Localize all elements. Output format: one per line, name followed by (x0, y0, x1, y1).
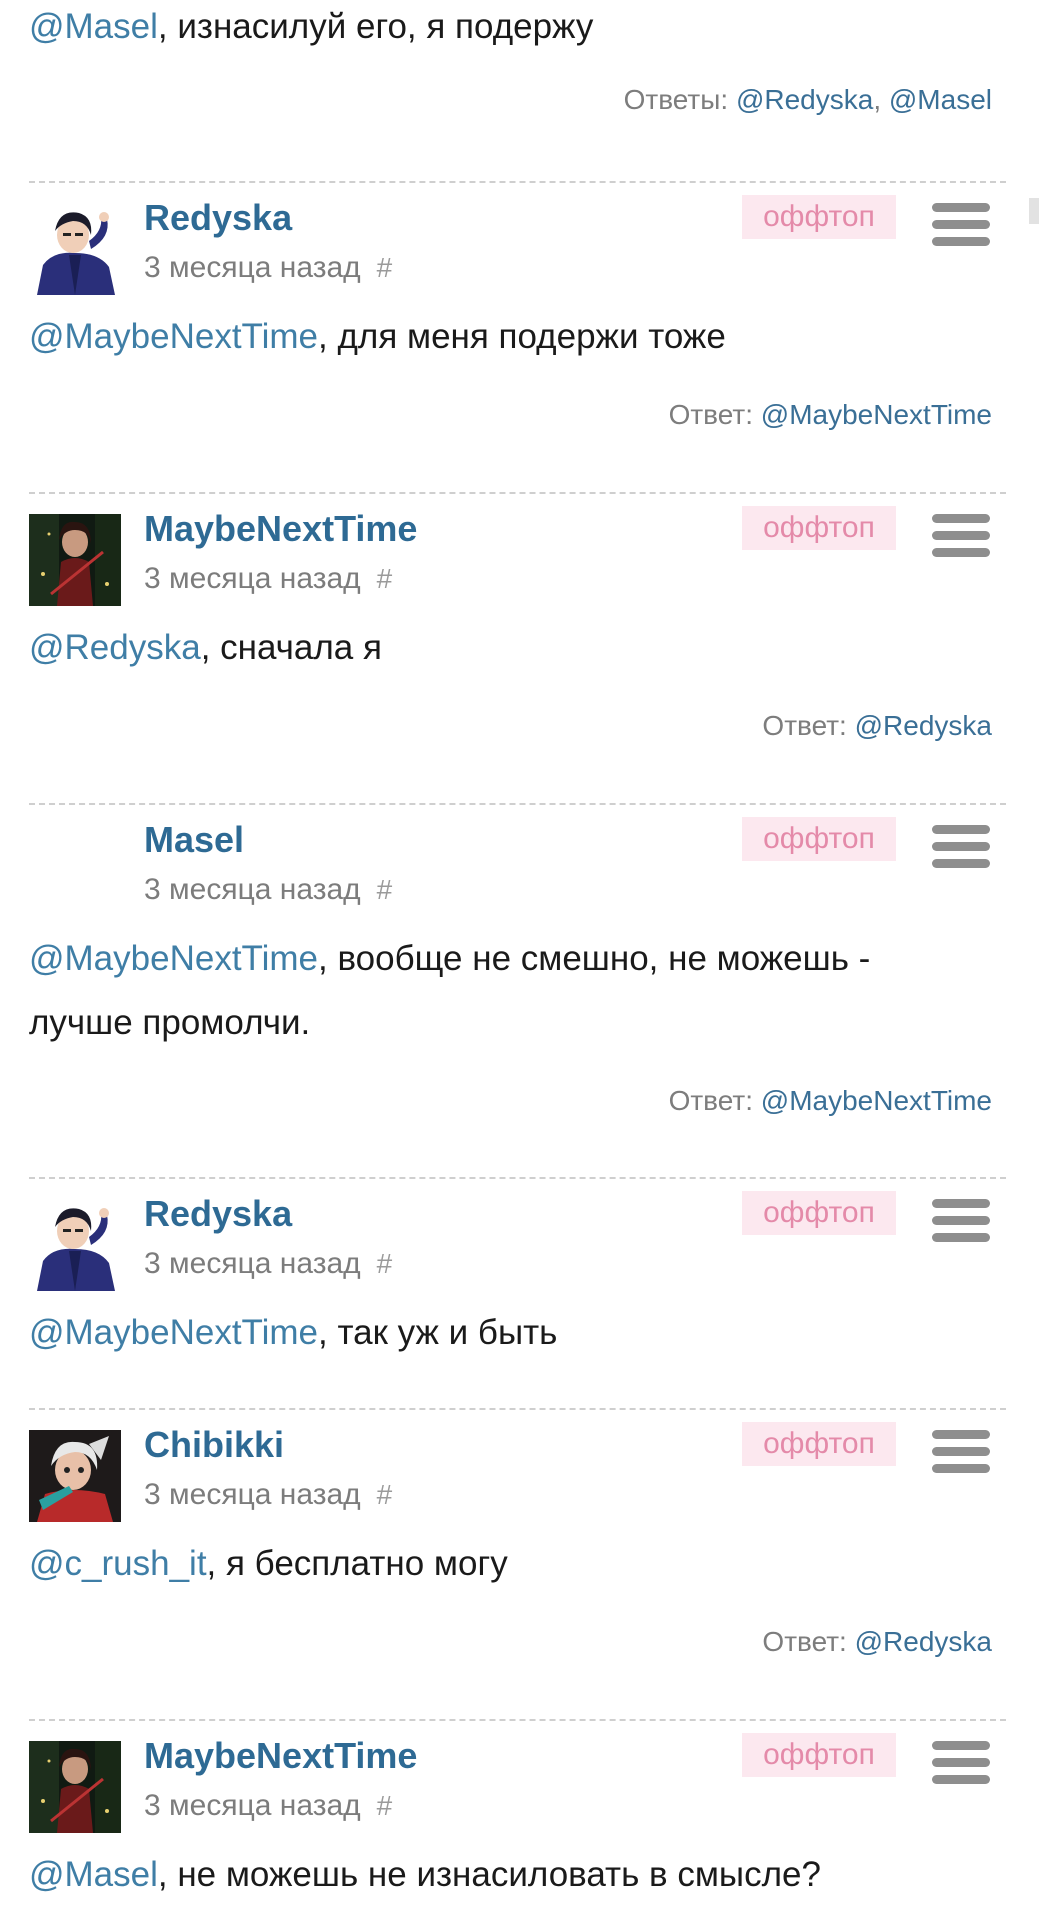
comment-text: , вообще не смешно, не можешь - (318, 939, 871, 978)
comment-date: 3 месяца назад # (144, 1789, 392, 1823)
masel-avatar[interactable] (29, 825, 121, 917)
offtop-button[interactable]: оффтоп (742, 1191, 896, 1235)
comment-text: , для меня подержи тоже (318, 317, 726, 356)
offtop-button[interactable]: оффтоп (742, 817, 896, 861)
permalink-hash[interactable]: # (377, 874, 393, 905)
date-text: 3 месяца назад (144, 251, 361, 284)
offtop-button[interactable]: оффтоп (742, 1422, 896, 1466)
comment: Chibikki 3 месяца назад # оффтоп @c_rush_… (29, 1408, 1006, 1657)
replies-line: Ответ: @Redyska (762, 710, 1006, 742)
offtop-button[interactable]: оффтоп (742, 195, 896, 239)
date-text: 3 месяца назад (144, 873, 361, 906)
replies-line: Ответ: @MaybeNextTime (669, 1085, 1006, 1117)
reply-link[interactable]: @Redyska (736, 84, 873, 115)
reply-link[interactable]: @Masel (889, 84, 992, 115)
mention-link[interactable]: @MaybeNextTime (29, 1313, 318, 1352)
permalink-hash[interactable]: # (377, 1248, 393, 1279)
menu-icon[interactable] (932, 825, 990, 875)
date-text: 3 месяца назад (144, 1789, 361, 1822)
mention-link[interactable]: @Masel (29, 7, 158, 46)
comment: Masel 3 месяца назад # оффтоп @MaybeNextT… (29, 803, 1006, 1116)
menu-icon[interactable] (932, 514, 990, 564)
reply-link[interactable]: @MaybeNextTime (761, 399, 992, 430)
comment-date: 3 месяца назад # (144, 562, 392, 596)
comment-line: @MaybeNextTime, вообще не смешно, не мож… (29, 927, 1006, 991)
comment-line: лучше промолчи. (29, 991, 1006, 1055)
replies-label: Ответы: (623, 84, 729, 115)
mention-link[interactable]: @Redyska (29, 628, 201, 667)
replies-line: Ответ: @MaybeNextTime (669, 399, 1006, 431)
menu-icon[interactable] (932, 203, 990, 253)
comment: Redyska 3 месяца назад # оффтоп @MaybeNex… (29, 181, 1006, 430)
replies-label: Ответ: (762, 710, 847, 741)
date-text: 3 месяца назад (144, 1247, 361, 1280)
reply-link[interactable]: @Redyska (855, 710, 992, 741)
comment-text: , сначала я (200, 628, 382, 667)
permalink-hash[interactable]: # (377, 1790, 393, 1821)
mention-link[interactable]: @MaybeNextTime (29, 939, 318, 978)
reply-link[interactable]: @MaybeNextTime (761, 1085, 992, 1116)
menu-icon[interactable] (932, 1741, 990, 1791)
permalink-hash[interactable]: # (377, 252, 393, 283)
comment: Redyska 3 месяца назад # оффтоп @MaybeNex… (29, 1177, 1006, 1352)
replies-label: Ответ: (762, 1626, 847, 1657)
reply-link[interactable]: @Redyska (855, 1626, 992, 1657)
replies-label: Ответ: (668, 399, 753, 430)
comment-date: 3 месяца назад # (144, 1247, 392, 1281)
comment-body: @MaybeNextTime, для меня подержи тоже (29, 305, 1006, 369)
replies-label: Ответ: (668, 1085, 753, 1116)
permalink-hash[interactable]: # (377, 563, 393, 594)
username-link[interactable]: MaybeNextTime (144, 1735, 417, 1777)
comment-body: @MaybeNextTime, вообще не смешно, не мож… (29, 927, 1006, 1055)
date-text: 3 месяца назад (144, 562, 361, 595)
username-link[interactable]: MaybeNextTime (144, 508, 417, 550)
comment-body: @Redyska, сначала я (29, 616, 1006, 680)
permalink-hash[interactable]: # (377, 1479, 393, 1510)
replies-line: Ответы: @Redyska, @Masel (623, 84, 992, 115)
comment-text: , я бесплатно могу (206, 1544, 508, 1583)
chibikki-avatar[interactable] (29, 1430, 121, 1522)
comment-body: @Masel, не можешь не изнасиловать в смыс… (29, 1843, 1006, 1907)
offtop-button[interactable]: оффтоп (742, 506, 896, 550)
comment-body: @Masel, изнасилуй его, я подержу (29, 0, 593, 59)
menu-icon[interactable] (932, 1199, 990, 1249)
maybenexttime-avatar[interactable] (29, 1741, 121, 1833)
date-text: 3 месяца назад (144, 1478, 361, 1511)
scrollbar-thumb[interactable] (1029, 198, 1039, 224)
username-link[interactable]: Redyska (144, 197, 292, 239)
maybenexttime-avatar[interactable] (29, 514, 121, 606)
comment-text: , изнасилуй его, я подержу (157, 7, 594, 46)
replies-line: Ответ: @Redyska (762, 1626, 1006, 1658)
comment-text: , так уж и быть (318, 1313, 558, 1352)
comment-date: 3 месяца назад # (144, 873, 392, 907)
redyska-avatar[interactable] (29, 1199, 121, 1291)
mention-link[interactable]: @c_rush_it (29, 1544, 207, 1583)
comment-text: , не можешь не изнасиловать в смысле? (157, 1855, 821, 1894)
offtop-button[interactable]: оффтоп (742, 1733, 896, 1777)
comment-date: 3 месяца назад # (144, 1478, 392, 1512)
menu-icon[interactable] (932, 1430, 990, 1480)
mention-link[interactable]: @Masel (29, 1855, 158, 1894)
comment: MaybeNextTime 3 месяца назад # оффтоп @Re… (29, 492, 1006, 741)
comment-text: лучше промолчи. (29, 1003, 311, 1042)
comment: MaybeNextTime 3 месяца назад # оффтоп @Ma… (29, 1719, 1006, 1894)
username-link[interactable]: Masel (144, 819, 244, 861)
redyska-avatar[interactable] (29, 203, 121, 295)
username-link[interactable]: Redyska (144, 1193, 292, 1235)
comment-body: @c_rush_it, я бесплатно могу (29, 1532, 1006, 1596)
comment-body: @MaybeNextTime, так уж и быть (29, 1301, 1006, 1365)
mention-link[interactable]: @MaybeNextTime (29, 317, 318, 356)
comment-date: 3 месяца назад # (144, 251, 392, 285)
username-link[interactable]: Chibikki (144, 1424, 284, 1466)
